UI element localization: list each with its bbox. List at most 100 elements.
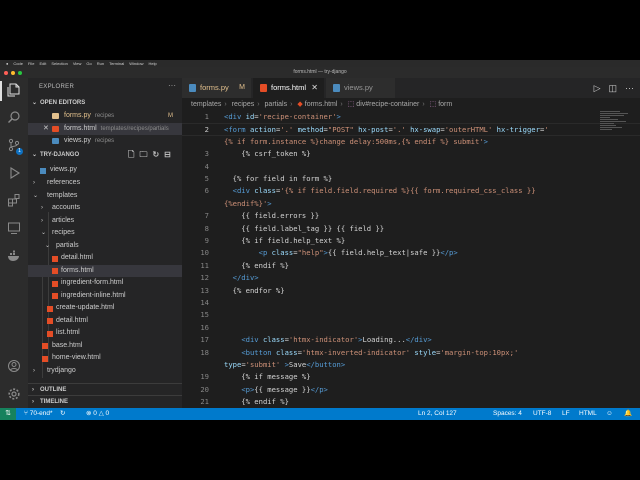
menu-window[interactable]: Window <box>129 60 143 67</box>
account-icon[interactable] <box>6 359 22 375</box>
cursor-position[interactable]: Ln 2, Col 127 <box>418 408 457 420</box>
code-line[interactable]: 21 {% endif %} <box>182 396 640 406</box>
code-line[interactable]: {%endif%}'> <box>182 198 640 210</box>
docker-icon[interactable] <box>6 249 22 265</box>
timeline-header[interactable]: › TIMELINE <box>28 395 182 407</box>
tree-item-folder[interactable]: › trydjango <box>28 365 182 378</box>
close-icon[interactable]: ✕ <box>43 123 49 135</box>
tree-item-folder[interactable]: › accounts <box>28 202 182 215</box>
menu-go[interactable]: Go <box>86 60 91 67</box>
more-actions-icon[interactable]: ··· <box>625 78 634 98</box>
code-line[interactable]: 2 <form action='.' method="POST" hx-post=… <box>182 123 640 136</box>
menu-selection[interactable]: Selection <box>51 60 67 67</box>
code-line[interactable]: 4 <box>182 161 640 173</box>
menu-edit[interactable]: Edit <box>39 60 46 67</box>
tree-item-file[interactable]: ingredient-form.html <box>28 277 182 290</box>
code-line[interactable]: 6 <div class='{% if field.field.required… <box>182 185 640 197</box>
language-mode[interactable]: HTML <box>579 408 597 420</box>
code-line[interactable]: 18 <button class='htmx-inverted-indicato… <box>182 347 640 359</box>
code-line[interactable]: 3 {% csrf_token %} <box>182 148 640 160</box>
search-icon[interactable] <box>6 110 22 126</box>
tree-item-folder[interactable]: › references <box>28 177 182 190</box>
menu-terminal[interactable]: Terminal <box>109 60 124 67</box>
code-line[interactable]: 14 <box>182 297 640 309</box>
close-icon[interactable]: ✕ <box>311 78 318 98</box>
code-line[interactable]: type='submit' >Save</button> <box>182 359 640 371</box>
open-editor-item[interactable]: forms.py recipes M <box>28 110 182 122</box>
code-line[interactable]: 1 <div id='recipe-container'> <box>182 111 640 123</box>
open-editor-item[interactable]: views.py recipes <box>28 135 182 147</box>
settings-gear-icon[interactable] <box>6 387 22 403</box>
remote-explorer-icon[interactable] <box>6 221 22 237</box>
code-line[interactable]: 9 {% if field.help_text %} <box>182 235 640 247</box>
code-line[interactable]: 15 <box>182 309 640 321</box>
collapse-all-icon[interactable]: ⊟ <box>164 149 171 161</box>
branch-status[interactable]: ⑂ 70-end* <box>24 408 53 420</box>
minimap[interactable] <box>600 111 630 141</box>
tab-views-py[interactable]: views.py <box>326 78 396 98</box>
menu-file[interactable]: File <box>28 60 34 67</box>
open-editors-header[interactable]: ⌄ OPEN EDITORS <box>28 97 182 109</box>
code-line[interactable]: 17 <div class='htmx-indicator'>Loading..… <box>182 334 640 346</box>
new-file-icon[interactable]: 🗋 <box>128 149 134 161</box>
menu-view[interactable]: View <box>73 60 82 67</box>
tree-item-folder[interactable]: ⌄ partials <box>28 240 182 253</box>
tree-item-file[interactable]: home-view.html <box>28 352 182 365</box>
refresh-icon[interactable]: ↻ <box>152 149 159 161</box>
breadcrumb-item[interactable]: templates <box>191 101 221 108</box>
code-editor[interactable]: 1 <div id='recipe-container'> 2 <form actio… <box>182 111 640 406</box>
line-ending[interactable]: LF <box>562 408 570 420</box>
files-icon[interactable] <box>0 81 22 101</box>
tab-forms-html[interactable]: forms.html ✕ <box>253 78 325 98</box>
run-debug-icon[interactable] <box>6 166 22 182</box>
code-line[interactable]: {% if form.instance %}change delay:500ms… <box>182 136 640 148</box>
tree-item-file[interactable]: forms.html <box>28 264 182 278</box>
run-icon[interactable]: ▷ <box>594 78 601 98</box>
tree-item-file[interactable]: create-update.html <box>28 302 182 315</box>
breadcrumb-item[interactable]: forms.html <box>305 101 338 108</box>
tree-item-file[interactable]: list.html <box>28 327 182 340</box>
tree-item-file[interactable]: detail.html <box>28 252 182 265</box>
source-control-icon[interactable]: 1 <box>6 138 23 155</box>
tree-item-file[interactable]: ingredient-inline.html <box>28 290 182 303</box>
menu-app[interactable]: Code <box>13 60 23 67</box>
workspace-header[interactable]: ⌄ TRY-DJANGO 🗋 🗀 ↻ ⊟ <box>28 149 182 161</box>
code-line[interactable]: 7 {{ field.errors }} <box>182 210 640 222</box>
code-line[interactable]: 13 {% endfor %} <box>182 285 640 297</box>
breadcrumb-item[interactable]: recipes <box>232 101 255 108</box>
extensions-icon[interactable] <box>6 193 22 209</box>
problems-status[interactable]: ⊗ 0 △ 0 <box>86 408 109 420</box>
sync-icon[interactable]: ↻ <box>60 408 65 420</box>
open-editor-item[interactable]: ✕ forms.html templates/recipes/partials <box>28 122 182 135</box>
notifications-icon[interactable]: 🔔 <box>624 408 632 420</box>
code-line[interactable]: 20 <p>{{ message }}</p> <box>182 384 640 396</box>
tree-item-file[interactable]: detail.html <box>28 315 182 328</box>
tree-item-folder[interactable]: › articles <box>28 215 182 228</box>
split-editor-icon[interactable]: ◫ <box>608 78 617 98</box>
indentation[interactable]: Spaces: 4 <box>493 408 522 420</box>
menu-help[interactable]: Help <box>148 60 156 67</box>
tree-item-folder[interactable]: ⌄ recipes <box>28 227 182 240</box>
tree-item-file[interactable]: base.html <box>28 340 182 353</box>
encoding[interactable]: UTF-8 <box>533 408 551 420</box>
code-line[interactable]: 16 <box>182 322 640 334</box>
apple-icon[interactable]: ● <box>6 60 8 67</box>
breadcrumb-item[interactable]: div#recipe-container <box>356 101 419 108</box>
tab-forms-py[interactable]: forms.py M <box>182 78 252 98</box>
breadcrumb-item[interactable]: partials <box>265 101 288 108</box>
feedback-icon[interactable]: ☺ <box>606 408 613 420</box>
code-line[interactable]: 12 </div> <box>182 272 640 284</box>
tree-item-folder[interactable]: ⌄ templates <box>28 190 182 203</box>
new-folder-icon[interactable]: 🗀 <box>139 149 147 161</box>
outline-header[interactable]: › OUTLINE <box>28 383 182 395</box>
more-actions-icon[interactable]: ··· <box>168 81 176 90</box>
code-line[interactable]: 10 <p class="help">{{ field.help_text|sa… <box>182 247 640 259</box>
code-line[interactable]: 11 {% endif %} <box>182 260 640 272</box>
code-line[interactable]: 8 {{ field.label_tag }} {{ field }} <box>182 223 640 235</box>
breadcrumb-item[interactable]: form <box>438 101 452 108</box>
code-line[interactable]: 19 {% if message %} <box>182 371 640 383</box>
tree-item-file[interactable]: views.py <box>28 164 182 177</box>
remote-indicator-icon[interactable]: ⇅ <box>0 408 16 420</box>
menu-run[interactable]: Run <box>97 60 104 67</box>
code-line[interactable]: 5 {% for field in form %} <box>182 173 640 185</box>
